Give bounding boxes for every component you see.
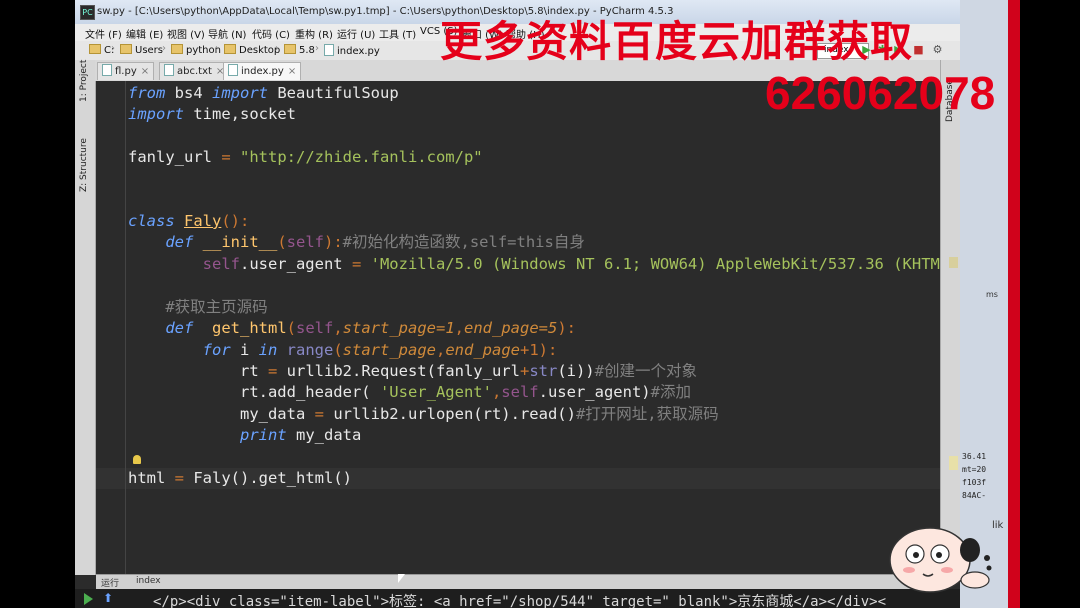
code-line-12: def get_html(self,start_page=1,end_page=… xyxy=(165,319,577,337)
tab-abc-txt[interactable]: abc.txt × xyxy=(159,62,230,80)
close-icon[interactable]: × xyxy=(141,66,149,77)
menu-view[interactable]: 视图 (V) xyxy=(167,26,205,41)
close-icon[interactable]: × xyxy=(288,66,296,77)
scroll-marker[interactable] xyxy=(949,456,958,470)
code-line-17: print my_data xyxy=(239,426,362,444)
code-line-11: #获取主页源码 xyxy=(165,298,268,316)
code-line-4: fanly_url = "http://zhide.fanli.com/p" xyxy=(128,148,483,166)
python-file-icon xyxy=(228,64,238,76)
cartoon-sticker xyxy=(889,527,992,593)
code-line-1: from bs4 import BeautifulSoup xyxy=(128,84,399,102)
breadcrumb-folder[interactable]: 5.8 xyxy=(284,44,315,56)
folder-icon xyxy=(284,44,296,54)
code-line-8: def __init__(self):#初始化构造函数,self=this自身 xyxy=(165,233,585,251)
code-line-7: class Faly(): xyxy=(128,212,250,230)
watermark-line2: 626062078 xyxy=(765,67,996,119)
code-line-16: my_data = urllib2.urlopen(rt).read()#打开网… xyxy=(239,405,719,423)
background-ms-text: ms xyxy=(986,290,998,299)
breadcrumb-python[interactable]: python xyxy=(171,44,221,56)
breadcrumb-users[interactable]: Users xyxy=(120,44,163,56)
left-tool-strip: 1: Project Z: Structure xyxy=(75,60,96,575)
menu-file[interactable]: 文件 (F) xyxy=(85,26,122,41)
run-output-text: </p><div class="item-label">标签: <a href=… xyxy=(153,594,887,608)
folder-icon xyxy=(171,44,183,54)
menu-tools[interactable]: 工具 (T) xyxy=(379,26,416,41)
watermark-line1: 更多资料百度云加群获取 xyxy=(440,17,914,66)
settings-icon[interactable]: ⚙ xyxy=(932,44,943,55)
structure-tool-button[interactable]: Z: Structure xyxy=(79,138,89,192)
gutter-divider xyxy=(125,81,126,574)
scroll-marker[interactable] xyxy=(949,257,958,268)
tool-window-header: 运行 index xyxy=(96,574,940,589)
folder-icon xyxy=(224,44,236,54)
code-line-15: rt.add_header( 'User_Agent',self.user_ag… xyxy=(239,383,691,401)
breadcrumb-desktop[interactable]: Desktop xyxy=(224,44,280,56)
project-tool-button[interactable]: 1: Project xyxy=(79,60,89,102)
folder-icon xyxy=(120,44,132,54)
breadcrumb-separator: › xyxy=(215,43,219,54)
background-panel-text: 36.41 mt=20 f103f 84AC- xyxy=(962,452,987,500)
tab-index-py[interactable]: index.py × xyxy=(223,62,302,80)
python-file-icon xyxy=(324,44,334,56)
menu-navigate[interactable]: 导航 (N) xyxy=(208,26,246,41)
run-config-label: index xyxy=(136,576,161,586)
red-border xyxy=(1008,0,1020,608)
code-line-13: for i in range(start_page,end_page+1): xyxy=(202,341,558,359)
python-file-icon xyxy=(102,64,112,76)
arrow-up-icon[interactable]: ⬆ xyxy=(103,591,113,605)
code-line-2: import time,socket xyxy=(128,105,296,123)
menu-edit[interactable]: 编辑 (E) xyxy=(126,26,163,41)
pycharm-icon: PC xyxy=(80,5,95,20)
right-tool-strip: Database xyxy=(940,60,960,575)
breadcrumb-separator: › xyxy=(162,43,166,54)
mouse-cursor-icon xyxy=(398,574,405,583)
code-line-14: rt = urllib2.Request(fanly_url+str(i))#创… xyxy=(239,362,697,380)
breadcrumb-separator: › xyxy=(111,43,115,54)
menu-run[interactable]: 运行 (U) xyxy=(337,26,375,41)
breadcrumb-separator: › xyxy=(315,43,319,54)
breadcrumb-separator: › xyxy=(275,43,279,54)
code-line-9: self.user_agent = 'Mozilla/5.0 (Windows … xyxy=(202,255,940,273)
code-line-19: html = Faly().get_html() xyxy=(128,469,352,487)
run-tool-label[interactable]: 运行 xyxy=(101,576,119,589)
menu-code[interactable]: 代码 (C) xyxy=(252,26,290,41)
menu-refactor[interactable]: 重构 (R) xyxy=(295,26,333,41)
folder-icon xyxy=(89,44,101,54)
breadcrumb-file[interactable]: index.py xyxy=(324,44,380,57)
lightbulb-icon[interactable] xyxy=(133,455,141,464)
text-file-icon xyxy=(164,64,174,76)
rerun-icon[interactable] xyxy=(84,593,93,605)
stop-icon[interactable]: ■ xyxy=(913,44,924,55)
tab-fl-py[interactable]: fl.py × xyxy=(97,62,155,80)
